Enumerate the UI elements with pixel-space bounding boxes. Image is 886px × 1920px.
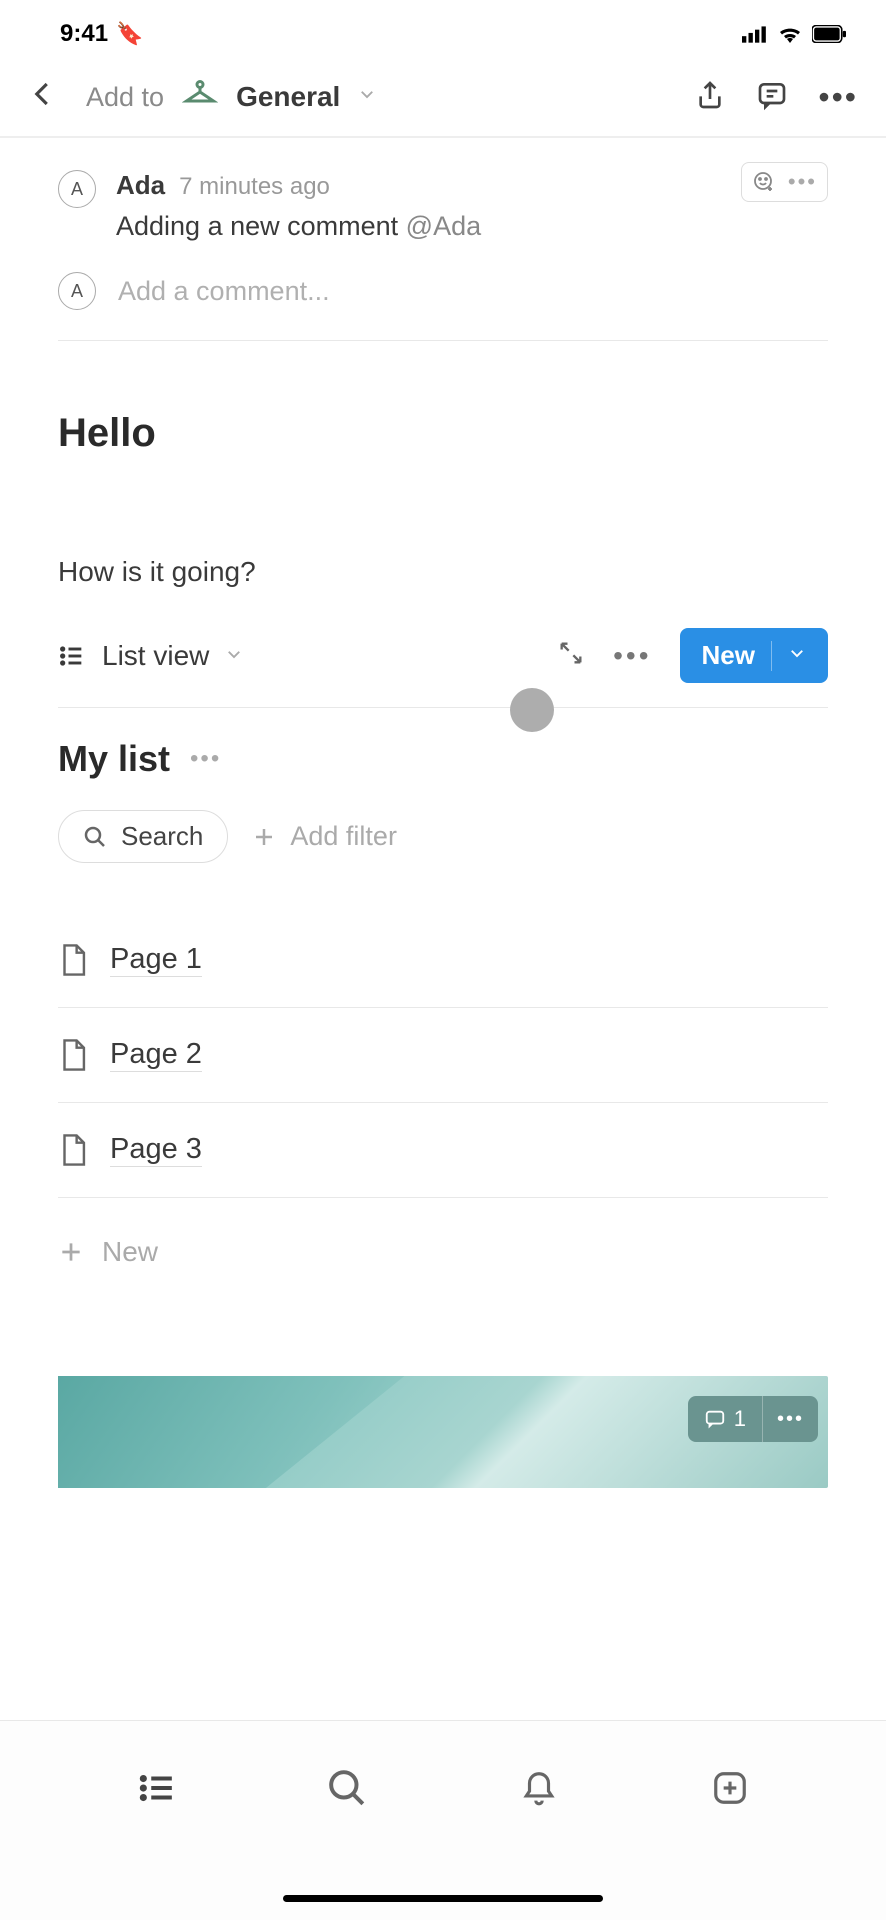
comment-timestamp: 7 minutes ago xyxy=(179,173,330,201)
list-title[interactable]: My list xyxy=(58,738,170,780)
add-icon[interactable] xyxy=(711,1769,749,1812)
chevron-down-icon xyxy=(225,643,243,669)
comment-more-icon[interactable]: ••• xyxy=(788,169,817,195)
list-item[interactable]: Page 3 xyxy=(58,1103,828,1198)
home-indicator[interactable] xyxy=(283,1895,603,1902)
wifi-icon xyxy=(778,25,802,43)
page-subtext[interactable]: How is it going? xyxy=(58,556,828,588)
page-header: Add to General ••• xyxy=(0,58,886,138)
image-block[interactable]: 1 ••• xyxy=(58,1376,828,1488)
comment-icon[interactable] xyxy=(756,79,788,116)
status-time: 9:41 xyxy=(60,20,108,48)
image-actions: 1 ••• xyxy=(688,1396,818,1442)
avatar[interactable]: A xyxy=(58,170,96,208)
back-icon[interactable] xyxy=(28,76,58,118)
breadcrumb-general[interactable]: General xyxy=(236,81,340,113)
add-filter-label: Add filter xyxy=(290,821,397,852)
battery-icon xyxy=(812,25,846,43)
touch-indicator xyxy=(510,688,554,732)
search-button[interactable]: Search xyxy=(58,810,228,863)
menu-icon[interactable] xyxy=(137,1769,175,1812)
list-icon xyxy=(58,642,86,670)
chevron-down-icon[interactable] xyxy=(358,85,376,109)
expand-icon[interactable] xyxy=(557,639,585,672)
list-items: Page 1 Page 2 Page 3 xyxy=(58,913,828,1198)
plus-icon xyxy=(58,1239,84,1265)
list-item-label: Page 1 xyxy=(110,943,202,977)
page-icon xyxy=(58,943,88,977)
comment-text: Adding a new comment @Ada xyxy=(116,211,828,242)
share-icon[interactable] xyxy=(694,79,726,116)
add-to-label[interactable]: Add to xyxy=(86,82,164,113)
comment-icon xyxy=(704,1408,726,1430)
more-icon[interactable]: ••• xyxy=(818,79,858,116)
list-view-label: List view xyxy=(102,640,209,672)
comment-author: Ada xyxy=(116,170,165,201)
comment-actions[interactable]: ••• xyxy=(741,162,828,202)
search-icon[interactable] xyxy=(328,1769,366,1812)
new-item-button[interactable]: New xyxy=(58,1208,828,1296)
bookmark-icon: 🔖 xyxy=(116,21,143,47)
list-item-label: Page 3 xyxy=(110,1133,202,1167)
signal-icon xyxy=(742,25,768,43)
image-more-icon[interactable]: ••• xyxy=(763,1396,818,1442)
status-indicators xyxy=(742,25,846,43)
new-button[interactable]: New xyxy=(680,628,828,683)
list-more-icon[interactable]: ••• xyxy=(190,745,221,773)
new-button-label: New xyxy=(702,640,755,671)
divider xyxy=(58,340,828,341)
list-item[interactable]: Page 2 xyxy=(58,1008,828,1103)
page-icon xyxy=(58,1133,88,1167)
emoji-add-icon[interactable] xyxy=(752,170,776,194)
chevron-down-icon[interactable] xyxy=(788,644,806,668)
bottom-nav xyxy=(0,1720,886,1920)
bell-icon[interactable] xyxy=(520,1769,558,1812)
add-comment-input[interactable]: A Add a comment... xyxy=(58,242,828,340)
mention[interactable]: @Ada xyxy=(406,211,481,241)
plus-icon xyxy=(252,825,276,849)
add-filter-button[interactable]: Add filter xyxy=(252,821,397,852)
comment-placeholder: Add a comment... xyxy=(118,276,330,307)
image-comment-count: 1 xyxy=(734,1406,746,1432)
status-bar: 9:41 🔖 xyxy=(0,0,886,58)
list-toolbar: List view ••• New xyxy=(58,628,828,708)
avatar: A xyxy=(58,272,96,310)
hanger-icon[interactable] xyxy=(182,77,218,118)
list-view-toggle[interactable]: List view xyxy=(58,640,243,672)
list-item-label: Page 2 xyxy=(110,1038,202,1072)
image-comment-button[interactable]: 1 xyxy=(688,1396,763,1442)
comment-block: A Ada 7 minutes ago Adding a new comment… xyxy=(58,138,828,242)
page-icon xyxy=(58,1038,88,1072)
new-item-label: New xyxy=(102,1236,158,1268)
search-label: Search xyxy=(121,821,203,852)
page-title[interactable]: Hello xyxy=(58,411,828,456)
list-item[interactable]: Page 1 xyxy=(58,913,828,1008)
toolbar-more-icon[interactable]: ••• xyxy=(613,640,651,672)
search-icon xyxy=(83,825,107,849)
